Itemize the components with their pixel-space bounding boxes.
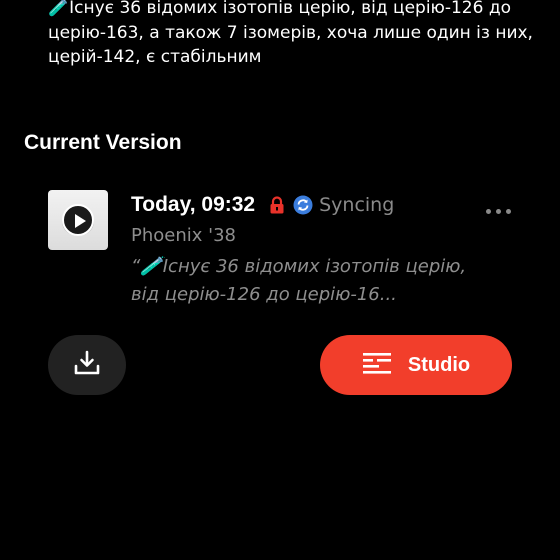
- download-button[interactable]: [48, 335, 126, 395]
- test-tube-emoji: 🧪: [140, 256, 163, 277]
- section-title: Current Version: [24, 131, 182, 154]
- version-title-row: Today, 09:32 Syncing: [131, 193, 394, 217]
- voice-name: Phoenix '38: [131, 225, 236, 246]
- sync-status: Syncing: [319, 194, 395, 216]
- description-text: 🧪Існує 36 відомих ізотопів церію, від це…: [48, 0, 548, 70]
- version-thumbnail[interactable]: [48, 190, 108, 250]
- studio-list-icon: [362, 350, 392, 380]
- sync-icon: [293, 195, 313, 215]
- download-icon: [73, 350, 101, 380]
- more-dot: [485, 208, 491, 214]
- quote-mark: “: [131, 256, 141, 277]
- play-icon[interactable]: [62, 204, 94, 236]
- more-options-button[interactable]: [484, 201, 512, 221]
- version-preview-text: “🧪Існує 36 відомих ізотопів церію, від ц…: [131, 253, 476, 309]
- studio-button-label: Studio: [407, 353, 471, 376]
- version-time: Today, 09:32: [131, 193, 256, 216]
- lock-icon: [269, 196, 285, 214]
- studio-button[interactable]: Studio: [320, 335, 512, 395]
- more-dot: [495, 208, 501, 214]
- test-tube-emoji: 🧪: [48, 0, 70, 18]
- preview-body: Існує 36 відомих ізотопів церію, від цер…: [131, 256, 467, 305]
- more-dot: [505, 208, 511, 214]
- description-body: Існує 36 відомих ізотопів церію, від цер…: [48, 0, 533, 67]
